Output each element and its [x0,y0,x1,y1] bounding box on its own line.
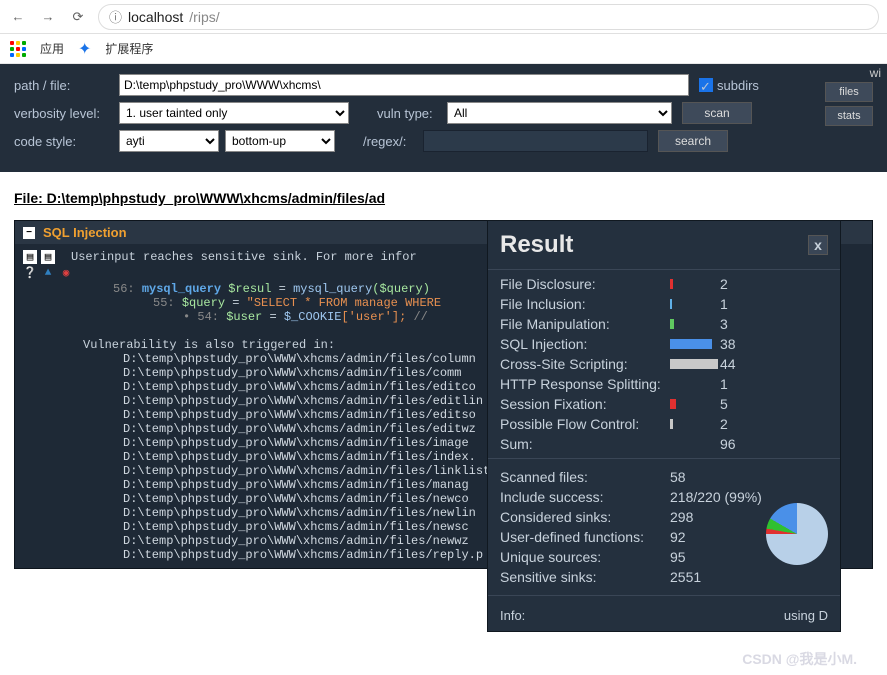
url-bar[interactable]: ⓘ localhost/rips/ [98,4,879,30]
file-icon[interactable]: ▤ [23,250,37,264]
direction-select[interactable]: bottom-up [225,130,335,152]
apps-icon[interactable] [10,41,26,57]
target-icon[interactable]: ◉ [59,266,73,280]
stat-row: File Disclosure:2 [488,274,840,294]
subdirs-label: subdirs [717,78,759,93]
url-host: localhost [128,9,183,25]
stat-row: Possible Flow Control:2 [488,414,840,434]
stat-row: File Manipulation:3 [488,314,840,334]
extension-icon[interactable]: ✦ [78,39,91,59]
reload-button[interactable]: ⟳ [68,7,88,27]
codestyle-select[interactable]: ayti [119,130,219,152]
collapse-icon[interactable]: − [23,227,35,239]
stat-row: SQL Injection:38 [488,334,840,354]
bookmark-bar: 应用 ✦ 扩展程序 [0,34,887,64]
stat-row: Session Fixation:5 [488,394,840,414]
result-popup: Result x File Disclosure:2File Inclusion… [487,220,841,632]
scan-row: Sensitive sinks:2551 [500,567,828,587]
vuln-title: SQL Injection [43,225,127,240]
scan-row: Scanned files:58 [500,467,828,487]
ext-label[interactable]: 扩展程序 [105,40,153,57]
info-icon: ⓘ [109,7,122,26]
path-input[interactable] [119,74,689,96]
stat-row: HTTP Response Splitting:1 [488,374,840,394]
info-value: using D [784,608,828,623]
stats-button[interactable]: stats [825,106,873,126]
search-button[interactable]: search [658,130,728,152]
forward-button[interactable]: → [38,7,58,27]
path-label: path / file: [14,78,119,93]
vulntype-select[interactable]: All [447,102,672,124]
verbosity-select[interactable]: 1. user tainted only [119,102,349,124]
url-path: /rips/ [189,9,219,25]
copy-icon[interactable]: ▤ [41,250,55,264]
scan-button[interactable]: scan [682,102,752,124]
codestyle-label: code style: [14,134,119,149]
result-title: Result [500,231,573,259]
verbosity-label: verbosity level: [14,106,119,121]
stat-row: Sum:96 [488,434,840,454]
browser-toolbar: ← → ⟳ ⓘ localhost/rips/ [0,0,887,34]
stat-row: Cross-Site Scripting:44 [488,354,840,374]
regex-input[interactable] [423,130,648,152]
apps-label[interactable]: 应用 [40,40,64,57]
stat-row: File Inclusion:1 [488,294,840,314]
info-label: Info: [500,608,525,623]
file-heading: File: D:\temp\phpstudy_pro\WWW\xhcms/adm… [14,190,873,206]
subdirs-checkbox[interactable]: ✓ [699,78,713,92]
vulntype-label: vuln type: [377,106,447,121]
files-button[interactable]: files [825,82,873,102]
scan-row: Include success:218/220 (99%) [500,487,828,507]
wi-text: wi [870,66,881,80]
db-icon[interactable]: ▲ [41,266,55,280]
regex-label: /regex/: [363,134,423,149]
back-button[interactable]: ← [8,7,28,27]
help-icon[interactable]: ❔ [23,266,37,280]
close-button[interactable]: x [808,235,828,255]
config-panel: wi files stats path / file: ✓ subdirs ve… [0,64,887,172]
watermark: CSDN @我是小M. [742,649,857,669]
pie-chart [766,503,828,565]
